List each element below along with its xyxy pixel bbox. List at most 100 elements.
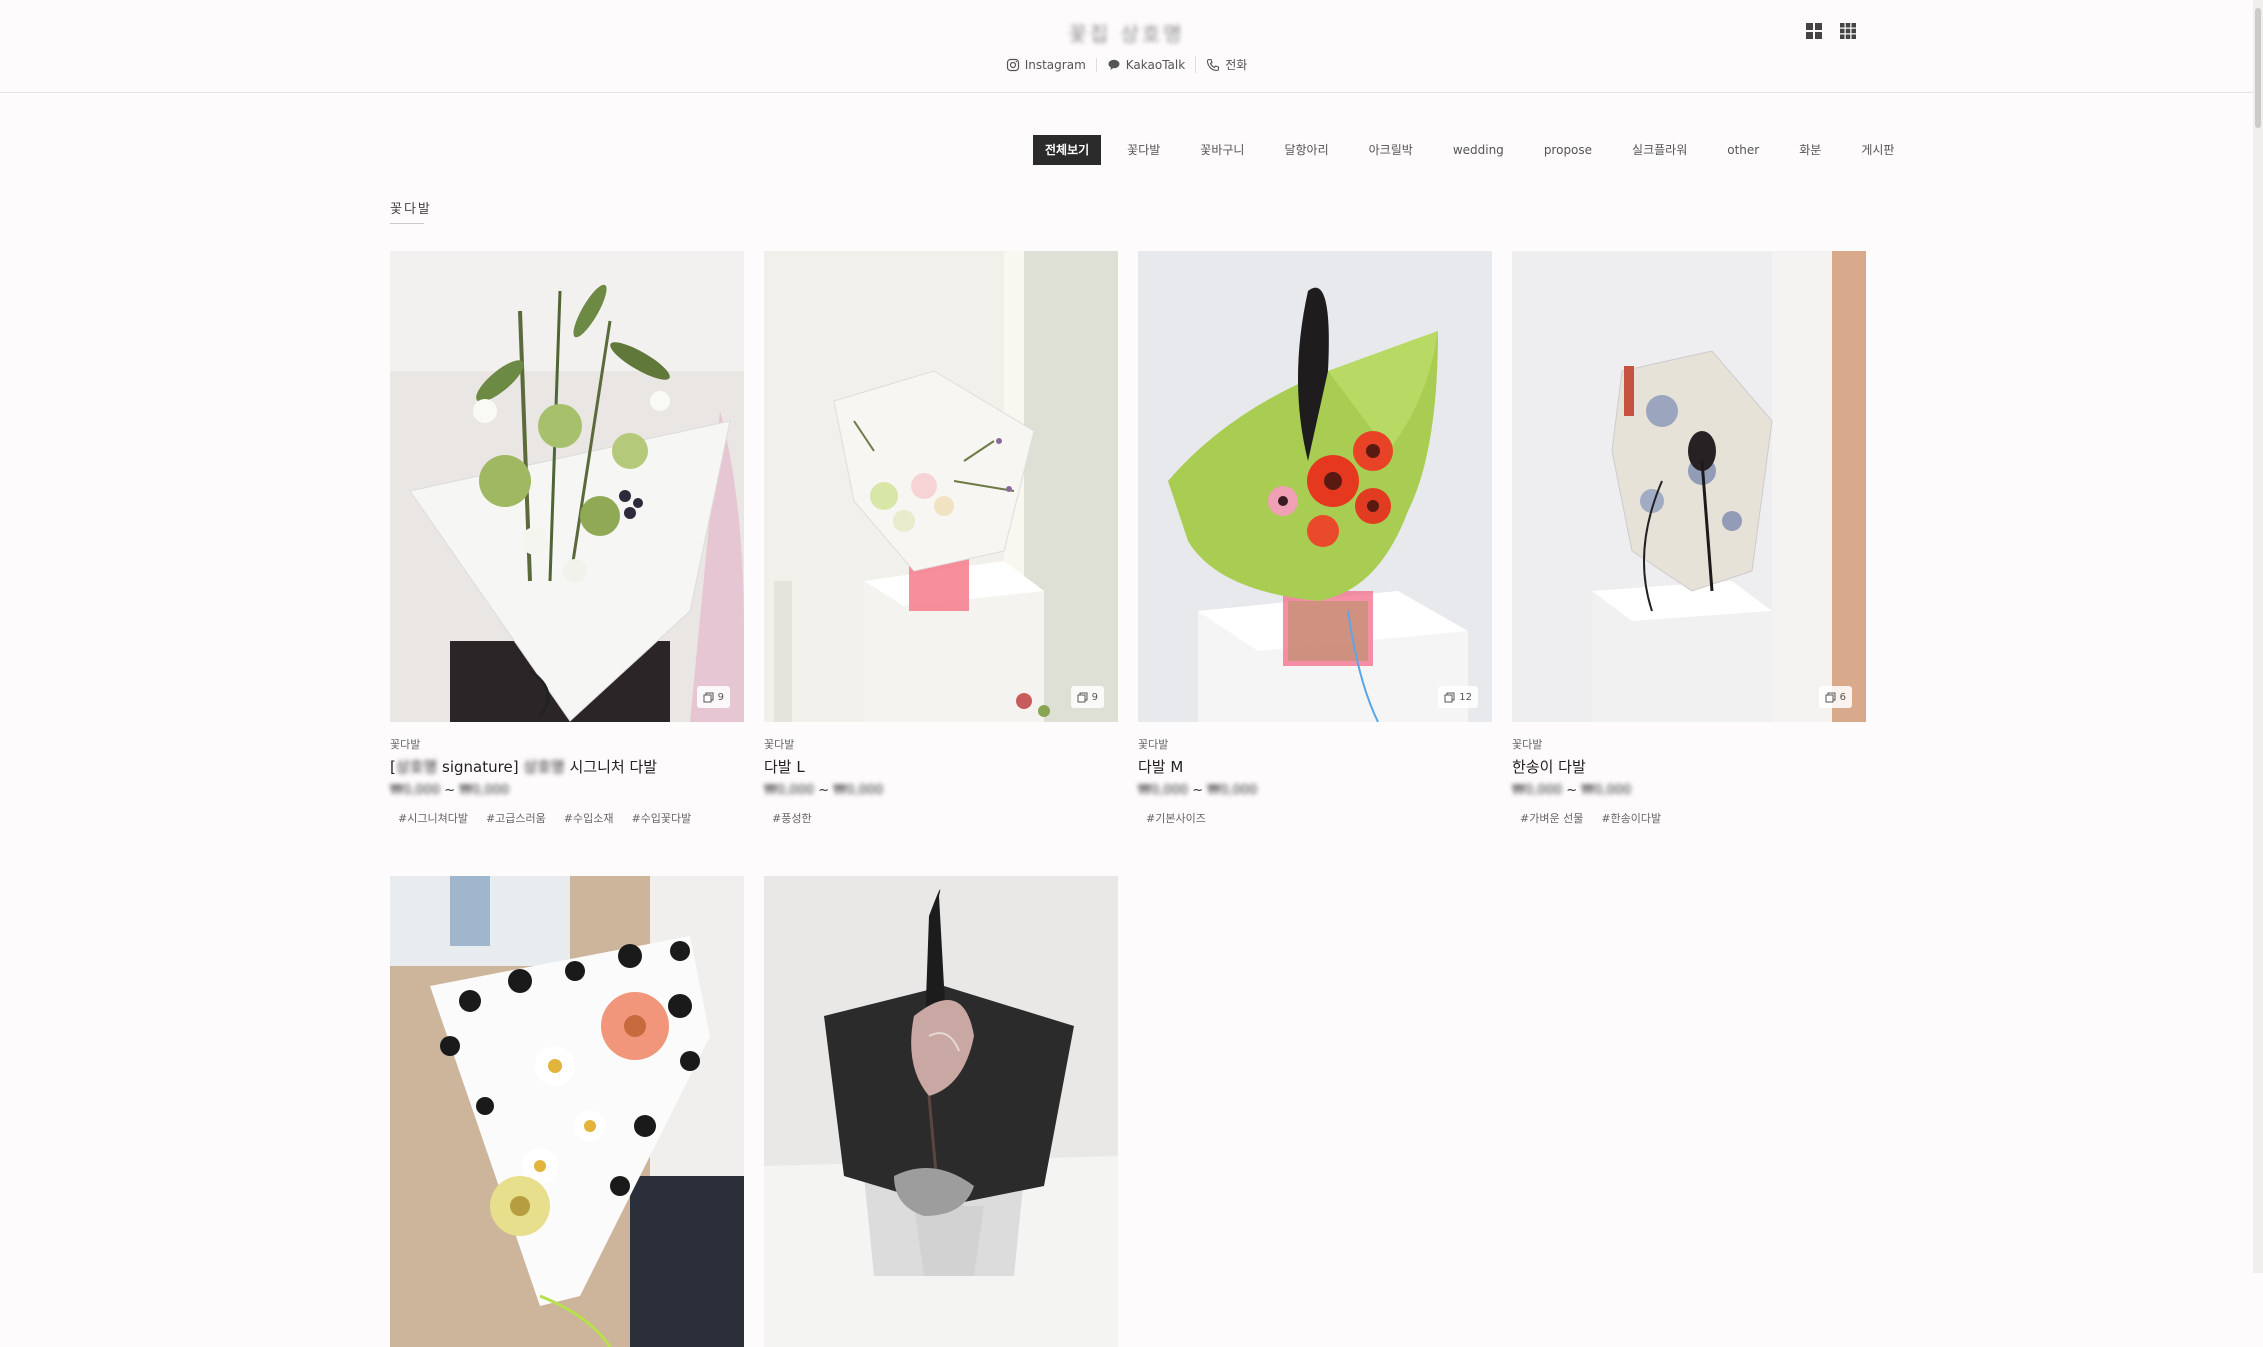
price-separator: ~ [1188, 783, 1208, 798]
product-tags: #가벼운 선물 #한송이다발 [1512, 810, 1866, 826]
bouquet-photo [390, 876, 744, 1347]
section-underline [390, 223, 424, 224]
kakaotalk-label: KakaoTalk [1125, 57, 1186, 72]
price-low: ₩0,000 [764, 783, 815, 798]
tab-wedding[interactable]: wedding [1439, 135, 1518, 165]
price-high: ₩0,000 [1581, 783, 1632, 798]
product-thumbnail[interactable]: 6 [1512, 251, 1866, 722]
product-card[interactable]: 6 꽃다발 한송이 다발 ₩0,000 ~ ₩0,000 #가벼운 선물 #한송… [1512, 251, 1866, 876]
price-separator: ~ [1562, 783, 1582, 798]
copy-icon [703, 692, 714, 702]
tab-propose[interactable]: propose [1530, 135, 1606, 165]
title-text: 시그니처 다발 [564, 758, 658, 776]
product-title[interactable]: [상호명 signature] 상호명 시그니처 다발 [390, 756, 744, 777]
price-separator: ~ [814, 783, 834, 798]
page-scrollbar[interactable] [2253, 0, 2263, 1273]
chat-bubble-icon [1108, 59, 1120, 70]
phone-label: 전화 [1225, 58, 1248, 72]
title-blurred: 상호명 [395, 758, 438, 776]
product-card[interactable]: 12 꽃다발 다발 M ₩0,000 ~ ₩0,000 #기본사이즈 [1138, 251, 1492, 876]
product-thumbnail[interactable]: 9 [390, 251, 744, 722]
product-card[interactable]: 9 꽃다발 [상호명 signature] 상호명 시그니처 다발 ₩0,000… [390, 251, 744, 876]
image-count-badge: 6 [1818, 686, 1852, 708]
tag[interactable]: #가벼운 선물 [1520, 810, 1583, 826]
tab-moon-jar[interactable]: 달항아리 [1270, 135, 1342, 165]
price-low: ₩0,000 [390, 783, 441, 798]
grid-3x3-icon[interactable] [1839, 22, 1857, 40]
price-high: ₩0,000 [1207, 783, 1258, 798]
tag[interactable]: #기본사이즈 [1146, 810, 1206, 826]
product-tags: #기본사이즈 [1138, 810, 1492, 826]
bouquet-photo [1512, 251, 1866, 722]
product-tags: #시그니쳐다발 #고급스러움 #수입소재 #수입꽃다발 [390, 810, 744, 826]
price-low: ₩0,000 [1512, 783, 1563, 798]
bouquet-photo [390, 251, 744, 722]
tab-board[interactable]: 게시판 [1847, 135, 1908, 165]
product-category: 꽃다발 [1138, 738, 1169, 751]
price-separator: ~ [440, 783, 460, 798]
kakaotalk-link[interactable]: KakaoTalk [1095, 57, 1195, 72]
bouquet-photo [764, 876, 1118, 1347]
product-thumbnail[interactable] [764, 876, 1118, 1347]
category-tabs: 전체보기 꽃다발 꽃바구니 달항아리 아크릴박 wedding propose … [1033, 135, 1920, 165]
copy-icon [1077, 692, 1088, 702]
image-count: 6 [1839, 691, 1846, 703]
title-blurred: 상호명 [523, 758, 565, 776]
price-high: ₩0,000 [459, 783, 510, 798]
tag[interactable]: #수입꽃다발 [631, 810, 691, 826]
tag[interactable]: #시그니쳐다발 [398, 810, 468, 826]
phone-icon [1207, 58, 1220, 71]
instagram-icon [1006, 58, 1019, 71]
product-price: ₩0,000 ~ ₩0,000 [1512, 783, 1866, 798]
product-price: ₩0,000 ~ ₩0,000 [1138, 783, 1492, 798]
image-count: 12 [1459, 691, 1472, 703]
image-count-badge: 9 [696, 686, 730, 708]
grid-2x2-icon[interactable] [1805, 22, 1823, 40]
tab-all[interactable]: 전체보기 [1033, 135, 1102, 165]
tag[interactable]: #고급스러움 [486, 810, 546, 826]
title-text: signature] [437, 758, 524, 776]
product-category: 꽃다발 [764, 738, 795, 751]
tag[interactable]: #수입소재 [564, 810, 614, 826]
phone-link[interactable]: 전화 [1195, 56, 1257, 73]
section-title: 꽃다발 [390, 202, 432, 217]
tag[interactable]: #한송이다발 [1601, 810, 1661, 826]
view-toggles [1805, 22, 1857, 40]
product-price: ₩0,000 ~ ₩0,000 [390, 783, 744, 798]
image-count: 9 [717, 691, 724, 703]
product-thumbnail[interactable]: 9 [764, 251, 1118, 722]
site-header: 꽃집 상호명 Instagram KakaoTalk 전화 [0, 0, 2253, 93]
product-grid: 9 꽃다발 [상호명 signature] 상호명 시그니처 다발 ₩0,000… [390, 251, 1868, 1347]
tab-acrylic-box[interactable]: 아크릴박 [1355, 135, 1427, 165]
copy-icon [1825, 692, 1836, 702]
site-logo[interactable]: 꽃집 상호명 [0, 18, 2253, 47]
instagram-link[interactable]: Instagram [996, 58, 1096, 72]
product-category: 꽃다발 [390, 738, 421, 751]
product-thumbnail[interactable]: 12 [1138, 251, 1492, 722]
price-high: ₩0,000 [833, 783, 884, 798]
bouquet-photo [1138, 251, 1492, 722]
tab-silk-flower[interactable]: 실크플라워 [1618, 135, 1701, 165]
product-thumbnail[interactable] [390, 876, 744, 1347]
product-category: 꽃다발 [1512, 738, 1543, 751]
image-count-badge: 12 [1438, 686, 1478, 708]
product-card[interactable] [390, 876, 744, 1347]
product-title[interactable]: 다발 L [764, 756, 1118, 777]
product-price: ₩0,000 ~ ₩0,000 [764, 783, 1118, 798]
product-title[interactable]: 다발 M [1138, 756, 1492, 777]
product-tags: #풍성한 [764, 810, 1118, 826]
tag[interactable]: #풍성한 [772, 810, 812, 826]
contact-links: Instagram KakaoTalk 전화 [0, 56, 2253, 73]
price-low: ₩0,000 [1138, 783, 1189, 798]
image-count-badge: 9 [1070, 686, 1104, 708]
tab-plant-pot[interactable]: 화분 [1785, 135, 1835, 165]
product-card[interactable] [764, 876, 1118, 1347]
image-count: 9 [1091, 691, 1098, 703]
product-title[interactable]: 한송이 다발 [1512, 756, 1866, 777]
bouquet-photo [764, 251, 1118, 722]
scrollbar-thumb[interactable] [2255, 8, 2261, 128]
product-card[interactable]: 9 꽃다발 다발 L ₩0,000 ~ ₩0,000 #풍성한 [764, 251, 1118, 876]
tab-other[interactable]: other [1713, 135, 1773, 165]
tab-bouquet[interactable]: 꽃다발 [1113, 135, 1174, 165]
tab-basket[interactable]: 꽃바구니 [1186, 135, 1258, 165]
